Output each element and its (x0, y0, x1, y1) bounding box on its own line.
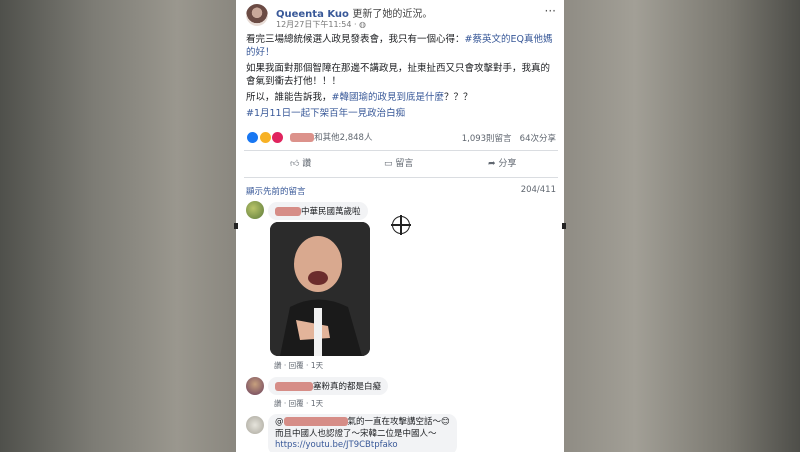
comment-time[interactable]: 1天 (311, 399, 323, 408)
like-button[interactable]: 👍︎ 讚 (290, 156, 311, 169)
comment-meta: 讚 · 回覆 · 1天 (274, 361, 324, 370)
post-paragraph-3: 所以，誰能告訴我，#韓國瑜的政見到底是什麼？？？ (246, 92, 473, 103)
show-previous-comments-link[interactable]: 顯示先前的留言 (246, 185, 306, 197)
comment-count[interactable]: 1,093則留言 (462, 134, 512, 144)
comment-bubble: 中華民國萬歲啦 (268, 202, 368, 220)
comment-text: 而且中國人也認證了～宋韓二位是中國人～ (275, 428, 437, 439)
share-arrow-icon: ➦ (488, 159, 499, 169)
comment-text: 中華民國萬歲啦 (301, 207, 361, 217)
hashtag-link[interactable]: #韓國瑜的政見到底是什麼 (332, 92, 444, 103)
comment-reply-link[interactable]: 回覆 (289, 399, 304, 408)
more-options-icon[interactable]: ··· (545, 4, 556, 18)
like-reaction-icon[interactable] (246, 131, 259, 144)
post-timestamp[interactable]: 12月27日下午11:54 · ◍ (276, 19, 366, 30)
comment-bubble: @ 氣的一直在攻擊講空話～😊 而且中國人也認證了～宋韓二位是中國人～ https:… (268, 414, 457, 452)
post-paragraph-1: 看完三場總統候選人政見發表會，我只有一個心得：#蔡英文的EQ真他媽的好！ (246, 34, 553, 58)
comment-photo[interactable] (270, 222, 370, 356)
comment-meta: 讚 · 回覆 · 1天 (274, 399, 324, 408)
video-background-right (564, 0, 800, 452)
comment-text: 氣的一直在攻擊講空話～😊 (347, 417, 450, 427)
comment-like-link[interactable]: 讚 (274, 361, 282, 370)
comment-reply-link[interactable]: 回覆 (289, 361, 304, 370)
youtube-link[interactable]: https://youtu.be/JT9CBtpfako (275, 440, 398, 450)
comment-time[interactable]: 1天 (311, 361, 323, 370)
crop-handle[interactable] (562, 223, 566, 229)
love-reaction-icon[interactable] (271, 131, 285, 144)
speech-bubble-icon: ▭ (384, 159, 396, 169)
share-count[interactable]: 64次分享 (520, 134, 556, 144)
post-actions: 👍︎ 讚 ▭ 留言 ➦ 分享 (244, 153, 558, 173)
crosshair-cursor-icon (391, 215, 411, 235)
author-avatar[interactable] (246, 4, 268, 26)
comment-button[interactable]: ▭ 留言 (384, 156, 413, 169)
comment-like-link[interactable]: 讚 (274, 399, 282, 408)
commenter-avatar[interactable] (246, 416, 264, 434)
share-button[interactable]: ➦ 分享 (488, 156, 516, 169)
thumbs-up-icon: 👍︎ (290, 159, 303, 169)
post-paragraph-2: 如果我面對那個智障在那邊不講政見，扯東扯西又只會攻擊對手，我真的會氣到衝去打他！… (246, 63, 551, 87)
hashtag-link[interactable]: #1月11日一起下架百年一見政治白痴 (246, 108, 405, 119)
crop-handle[interactable] (234, 223, 238, 229)
author-line: Queenta Kuo 更新了她的近況。 (276, 5, 432, 20)
post-paragraph-4: #1月11日一起下架百年一見政治白痴 (246, 107, 556, 120)
post-counts: 1,093則留言 64次分享 (462, 132, 556, 144)
post-header: Queenta Kuo 更新了她的近況。 12月27日下午11:54 · ◍ ·… (246, 4, 556, 30)
comment-text: 塞粉真的都是白癡 (313, 382, 382, 392)
redacted-name[interactable] (275, 207, 301, 216)
redacted-name (290, 133, 315, 142)
comment-bubble: 塞粉真的都是白癡 (268, 377, 389, 395)
video-background-left (0, 0, 236, 452)
redacted-name[interactable] (283, 417, 348, 426)
reactions-bar: 和其他2,848人 1,093則留言 64次分享 (246, 131, 556, 145)
globe-icon: ◍ (359, 20, 367, 29)
divider (244, 150, 558, 151)
commenter-avatar[interactable] (246, 201, 264, 219)
reactions-count[interactable]: 和其他2,848人 (314, 133, 372, 143)
redacted-name[interactable] (275, 382, 313, 391)
divider (244, 177, 558, 178)
commenter-avatar[interactable] (246, 377, 264, 395)
comment-page-count: 204/411 (520, 185, 556, 195)
haha-reaction-icon[interactable] (258, 131, 272, 144)
post-body: 看完三場總統候選人政見發表會，我只有一個心得：#蔡英文的EQ真他媽的好！ 如果我… (246, 33, 556, 123)
